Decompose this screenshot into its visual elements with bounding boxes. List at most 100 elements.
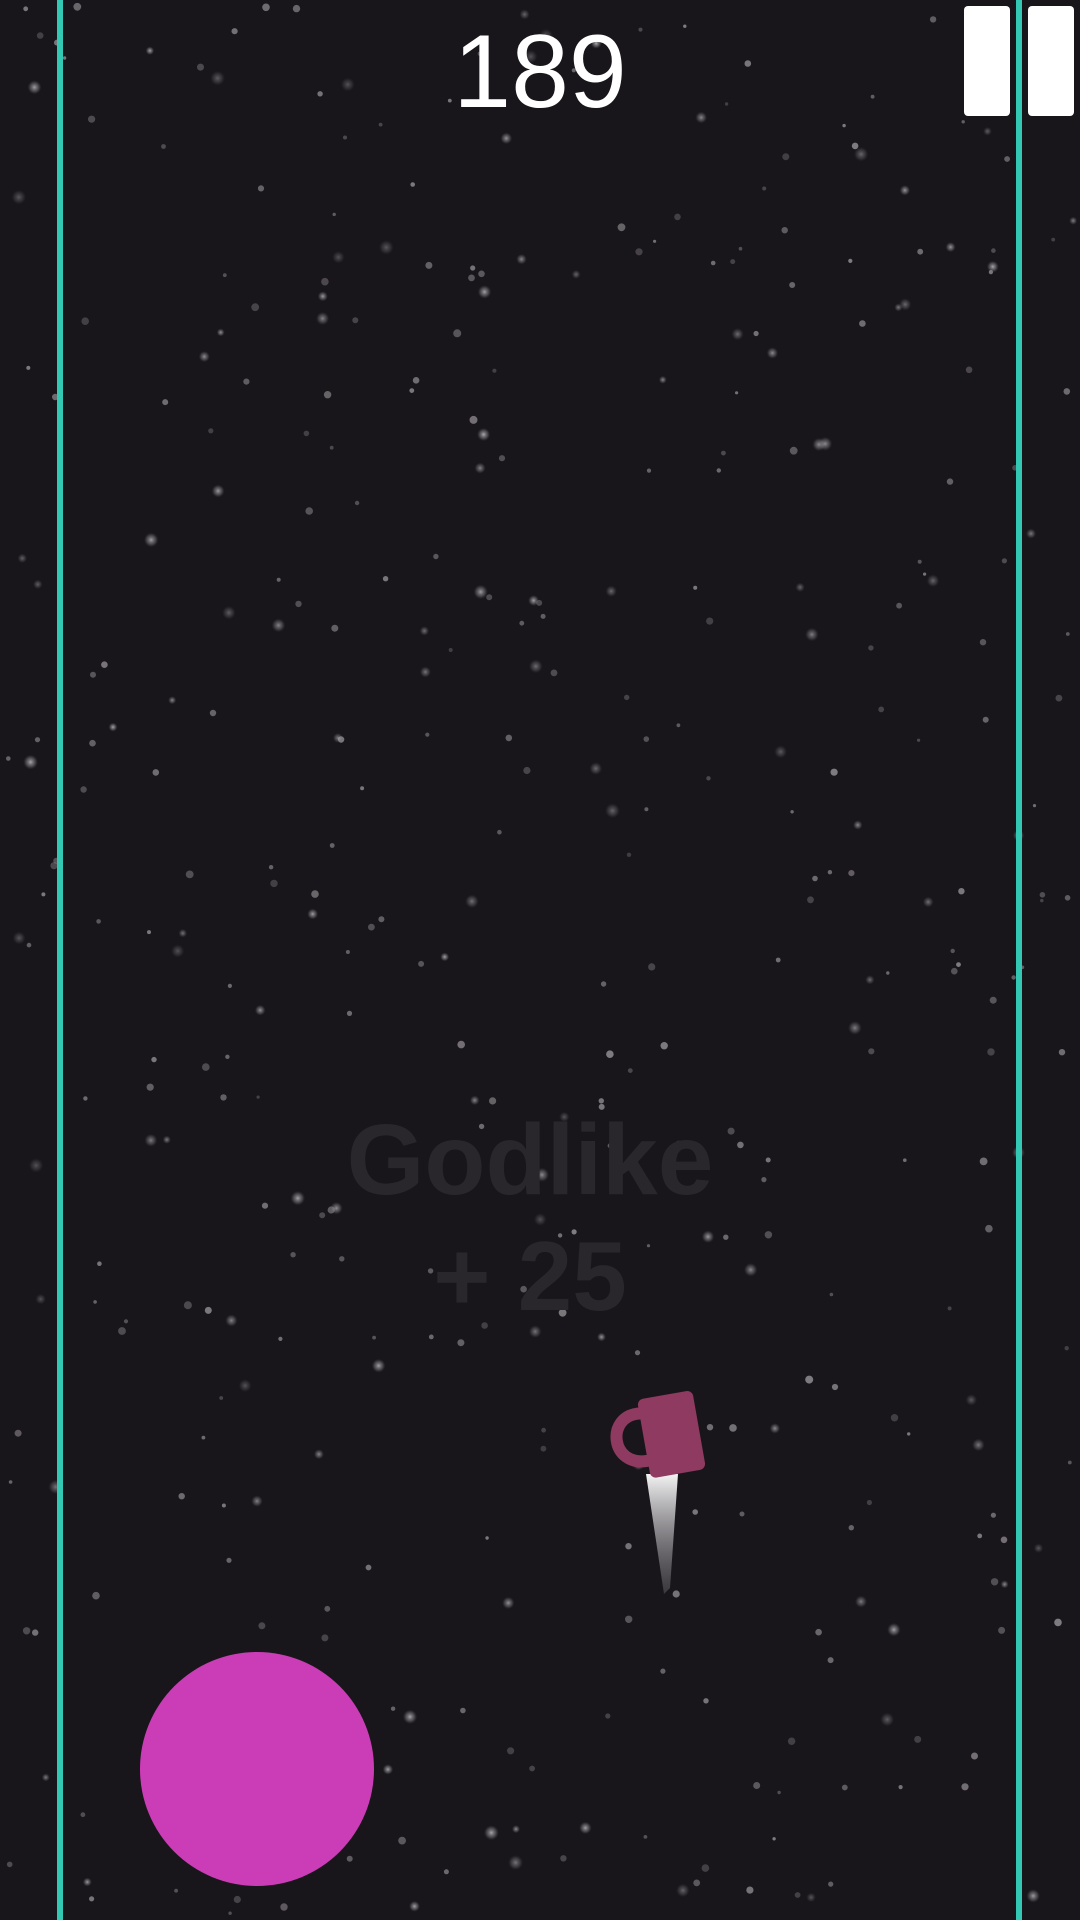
star [485,1536,489,1540]
star [730,259,736,265]
star [321,1634,329,1642]
star [961,1783,969,1791]
star [225,1314,238,1327]
star [890,1414,899,1422]
star [108,722,118,732]
star [473,584,488,600]
star [171,944,185,958]
joystick-control[interactable] [140,1652,374,1886]
star [917,559,922,564]
star [305,507,314,515]
star [789,446,798,455]
star [827,870,833,875]
star [34,737,41,743]
star [979,1157,988,1166]
star [311,890,319,898]
star [842,123,846,128]
star [660,1668,666,1674]
star [706,776,711,781]
star [201,1435,206,1440]
star [418,960,425,967]
star [589,762,603,775]
star [746,1886,754,1894]
star [123,1319,129,1324]
star [80,1812,86,1818]
star [371,1358,386,1373]
star [1025,528,1037,539]
star [634,1350,641,1356]
star [198,351,210,363]
star [32,1629,39,1636]
star [1069,216,1078,225]
star [82,1877,92,1887]
star [313,1449,324,1460]
star [965,1394,978,1406]
star [903,1158,907,1162]
star [80,786,87,793]
star [658,375,667,384]
star [118,1327,126,1335]
star [1032,804,1037,808]
star [73,2,82,11]
star [922,896,934,908]
star [251,303,260,312]
star [409,388,415,393]
star [365,1564,372,1571]
star [372,1335,376,1340]
star [782,153,790,161]
star [378,916,385,923]
star [1064,1346,1069,1351]
star [848,1021,862,1035]
score-counter: 189 [453,14,627,130]
star [28,1158,44,1173]
star [600,981,607,987]
star [744,60,752,67]
star [346,1855,353,1862]
star [228,1911,232,1915]
star [769,1423,781,1434]
star [343,135,347,140]
star [278,1336,283,1341]
star [880,1712,895,1727]
star [958,888,965,895]
star [183,1301,192,1310]
star [676,1883,690,1898]
star [1064,895,1071,901]
star [605,585,617,597]
game-stage[interactable]: 189 Godlike + 25 [0,0,1080,1920]
star [23,6,29,12]
star [1063,388,1071,395]
star [854,1595,868,1608]
star [382,1764,394,1775]
star [627,1068,633,1073]
star [827,1657,834,1664]
star [324,1605,331,1612]
pause-button[interactable] [964,6,1076,116]
star [332,732,343,743]
star [409,1900,420,1912]
star [946,478,954,485]
star [6,1861,13,1868]
star [210,70,226,86]
star [923,572,927,576]
star [886,971,890,975]
star [469,415,478,424]
star [470,265,476,271]
star [762,186,767,191]
star [805,1375,814,1384]
star [899,185,911,196]
star [197,63,204,71]
star [443,1869,449,1875]
star [219,1396,224,1400]
star [425,261,433,269]
star [772,1837,776,1841]
star [92,1591,100,1600]
star [41,892,46,897]
star [991,248,996,253]
star [1067,1460,1072,1465]
star [764,1231,773,1239]
star [317,91,323,97]
star [11,189,27,205]
star [498,455,506,462]
star [231,28,238,35]
